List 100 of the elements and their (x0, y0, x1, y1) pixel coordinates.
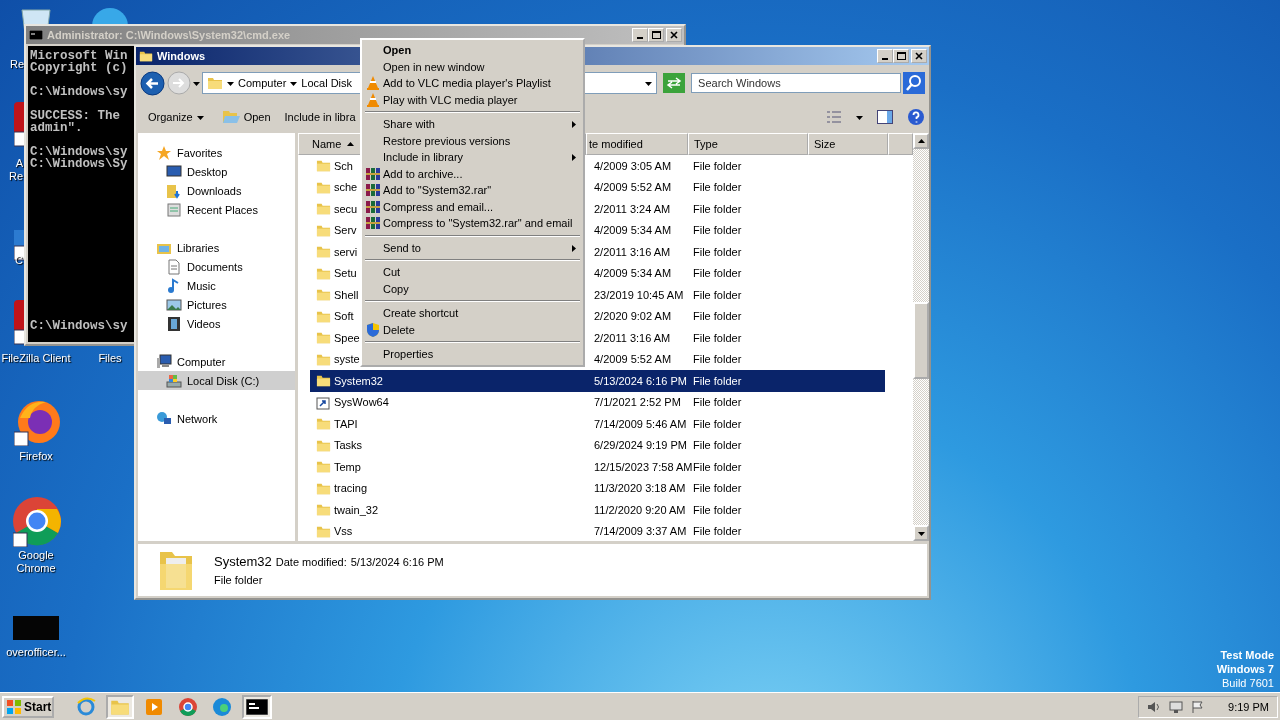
nav-item[interactable]: Pictures (138, 295, 295, 314)
file-name[interactable]: Shell (334, 288, 359, 301)
menu-item[interactable]: Add to archive... (364, 165, 581, 182)
menu-item[interactable]: Compress and email... (364, 198, 581, 215)
nav-item[interactable]: Recent Places (138, 200, 295, 219)
traffic-cone-icon (365, 91, 381, 108)
close-button[interactable] (666, 28, 682, 42)
file-name[interactable]: Serv (334, 224, 357, 237)
file-name[interactable]: SysWow64 (334, 396, 389, 409)
breadcrumb-item[interactable]: Computer (238, 77, 287, 89)
desktop-icon-label[interactable]: Google Chrome (0, 549, 72, 575)
scroll-thumb[interactable] (913, 302, 929, 379)
view-list-icon (826, 110, 842, 124)
desktop-icon-label[interactable]: Re (4, 58, 24, 71)
date-cell-text: 4/2009 5:52 AM (593, 353, 673, 366)
date-cell-text: 6/29/2024 9:19 PM (593, 439, 688, 452)
menu-item[interactable]: Open in new window (364, 58, 581, 75)
menu-item[interactable]: Cut (364, 264, 581, 281)
scrollbar[interactable] (913, 133, 929, 541)
download-folder-icon (166, 182, 182, 199)
taskbar-app[interactable] (242, 694, 272, 719)
breadcrumb-item[interactable]: Local Disk (301, 77, 353, 89)
folder-icon (316, 244, 331, 260)
column-header[interactable]: Size (808, 133, 888, 155)
folder-icon (316, 287, 331, 303)
system-mode-text: Test Mode (1220, 648, 1274, 662)
nav-item[interactable]: Libraries (138, 238, 295, 257)
file-name[interactable]: servi (334, 245, 358, 258)
organize-button[interactable]: Organize (144, 109, 208, 125)
computer-icon (156, 353, 172, 370)
nav-item[interactable]: Local Disk (C:) (138, 371, 295, 390)
date-cell-text: 4/2009 5:52 AM (593, 181, 673, 194)
file-name[interactable]: Tasks (334, 439, 363, 452)
file-name[interactable]: twain_32 (334, 503, 379, 516)
nav-item[interactable]: Network (138, 409, 295, 428)
file-name[interactable]: System32 (334, 374, 383, 387)
start-button[interactable]: Start (2, 695, 54, 718)
type-cell-text: File folder (692, 374, 743, 387)
file-name[interactable]: Sch (334, 159, 353, 172)
desktop-icon-label[interactable]: A Re (2, 157, 23, 183)
menu-item[interactable]: Share with (364, 116, 581, 133)
file-name[interactable]: Soft (334, 310, 354, 323)
refresh-icon (663, 73, 686, 93)
menu-item[interactable]: Compress to "System32.rar" and email (364, 215, 581, 232)
file-name[interactable]: TAPI (334, 417, 358, 430)
nav-item[interactable]: Documents (138, 257, 295, 276)
close-button[interactable] (911, 49, 927, 63)
menu-item[interactable]: Add to VLC media player's Playlist (364, 75, 581, 92)
maximize-button[interactable] (648, 28, 664, 42)
desktop-icon-label[interactable]: Firefox (0, 450, 72, 463)
folder-icon (316, 373, 331, 389)
menu-item[interactable]: Add to "System32.rar" (364, 182, 581, 199)
column-header[interactable]: te modified (586, 133, 688, 155)
column-header[interactable]: Type (688, 133, 808, 155)
file-name[interactable]: Spee (334, 331, 360, 344)
minimize-button[interactable] (877, 49, 893, 63)
maximize-button[interactable] (893, 49, 909, 63)
nav-item[interactable]: Favorites (138, 143, 295, 162)
network-icon (156, 410, 172, 427)
disk-icon (166, 372, 182, 389)
console-icon (29, 30, 43, 40)
date-cell-text: 2/2011 3:16 AM (593, 245, 672, 258)
search-field[interactable]: Search Windows (691, 73, 901, 93)
scroll-down-button[interactable] (913, 525, 929, 541)
file-name[interactable]: Temp (334, 460, 361, 473)
date-cell-text: 7/1/2021 2:52 PM (593, 396, 682, 409)
file-name[interactable]: sche (334, 181, 358, 194)
console-line: Copyright (c) (30, 62, 128, 74)
menu-item[interactable]: Delete (364, 321, 581, 338)
desktop-icon-label[interactable]: overofficer... (0, 646, 72, 659)
desktop-icon-label[interactable]: Files (90, 352, 130, 365)
menu-item[interactable]: Include in library (364, 149, 581, 166)
include-in-library-button[interactable]: Include in libra (280, 109, 360, 125)
file-name[interactable]: syste (334, 353, 360, 366)
nav-item[interactable]: Downloads (138, 181, 295, 200)
nav-item[interactable]: Computer (138, 352, 295, 371)
selected-file-row[interactable]: System32 5/13/2024 6:16 PM File folder (310, 370, 885, 392)
scroll-up-button[interactable] (913, 133, 929, 149)
date-cell-text: 2/2020 9:02 AM (593, 310, 673, 323)
desktop-icon-label[interactable]: FileZilla Client (0, 352, 72, 365)
nav-item[interactable]: Videos (138, 314, 295, 333)
menu-item[interactable]: Properties (364, 346, 581, 363)
menu-item[interactable]: Copy (364, 280, 581, 297)
file-name[interactable]: tracing (334, 482, 368, 495)
file-name[interactable]: Setu (334, 267, 357, 280)
nav-item[interactable]: Desktop (138, 162, 295, 181)
menu-item[interactable]: Create shortcut (364, 305, 581, 322)
nav-item[interactable]: Music (138, 276, 295, 295)
console-line: C:\Windows\sy (30, 320, 128, 332)
clock[interactable]: 9:19 PM (1228, 700, 1269, 713)
menu-item[interactable]: Play with VLC media player (364, 91, 581, 108)
file-name[interactable]: secu (334, 202, 358, 215)
menu-item[interactable]: Restore previous versions (364, 132, 581, 149)
open-button[interactable]: Open (217, 107, 275, 127)
windows-flag-icon (6, 698, 22, 715)
minimize-button[interactable] (632, 28, 648, 42)
menu-item[interactable]: Send to (364, 239, 581, 256)
file-name[interactable]: Vss (334, 525, 353, 538)
breadcrumb-caret-icon (227, 79, 234, 87)
menu-item[interactable]: Open (364, 42, 581, 59)
